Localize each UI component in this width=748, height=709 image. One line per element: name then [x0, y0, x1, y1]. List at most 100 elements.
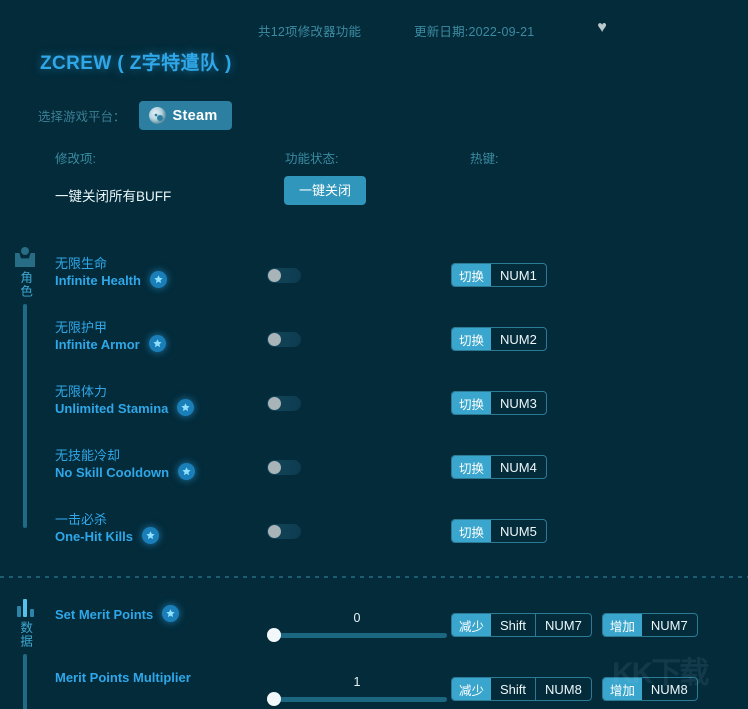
star-icon[interactable]	[178, 463, 196, 480]
hotkey-action-label: 切换	[452, 328, 492, 350]
cheat-row-list: 无限生命 Infinite Health 切换 NUM1 无限护甲 Infinite Ar…	[0, 245, 748, 565]
one-key-disable-label: 一键关闭所有BUFF	[55, 189, 172, 204]
hotkey-action-label: 切换	[452, 392, 492, 414]
platform-label: 选择游戏平台：	[38, 110, 126, 124]
hotkey-action-label: 增加	[602, 614, 642, 636]
slider-knob[interactable]	[267, 692, 281, 706]
hotkey-key: NUM1	[500, 267, 537, 283]
cheat-row: Set Merit Points 0 减少 Shift NUM7 增加 NUM7	[0, 595, 748, 659]
cheat-name-cn: 无限护甲	[55, 320, 108, 335]
update-date-label: 更新日期:2022-09-21	[414, 25, 535, 39]
cheat-name-en: One-Hit Kills	[55, 529, 134, 544]
slider-value-label: 1	[353, 675, 361, 689]
star-icon[interactable]	[162, 605, 180, 622]
top-bar: 共12项修改器功能 更新日期:2022-09-21 ♥	[0, 0, 748, 46]
hotkey-action-label: 切换	[452, 520, 492, 542]
hotkey-action-label: 切换	[452, 264, 492, 286]
platform-steam-label: Steam	[172, 107, 218, 124]
hotkey-key: NUM3	[500, 395, 537, 411]
cheat-row: Merit Points Multiplier 1 减少 Shift NUM8 增加 NUM…	[0, 659, 748, 709]
hotkey-key: NUM8	[650, 681, 688, 697]
hotkey-group[interactable]: 切换 NUM5	[451, 519, 547, 543]
hotkey-action-label: 减少	[452, 614, 492, 636]
star-icon[interactable]	[142, 527, 160, 544]
toggle-knob	[268, 461, 281, 474]
cheat-name: 一击必杀 One-Hit Kills	[55, 511, 160, 546]
cheat-slider[interactable]: 0	[267, 611, 447, 645]
column-header-status: 功能状态:	[285, 152, 339, 166]
hotkey-group-list: 切换 NUM3	[451, 391, 547, 415]
hotkey-group[interactable]: 切换 NUM3	[451, 391, 547, 415]
cheat-toggle[interactable]	[267, 460, 301, 475]
cheat-name: 无限体力 Unlimited Stamina	[55, 383, 195, 418]
toggle-knob	[268, 397, 281, 410]
hotkey-group[interactable]: 增加 NUM8	[601, 677, 698, 701]
column-headers: 修改项: 功能状态: 热键:	[0, 148, 748, 168]
slider-knob[interactable]	[267, 628, 281, 642]
hotkey-key: Shift	[500, 681, 527, 697]
cheat-name-cn: 无技能冷却	[55, 448, 121, 463]
hotkey-group[interactable]: 切换 NUM1	[451, 263, 547, 287]
one-key-disable-row: 一键关闭所有BUFF 一键关闭	[0, 176, 748, 220]
section-character: 角色 无限生命 Infinite Health 切换 NUM1 无限护甲 Infinite …	[0, 245, 748, 565]
cheat-row: 无限护甲 Infinite Armor 切换 NUM2	[0, 309, 748, 373]
hotkey-group-list: 切换 NUM2	[451, 327, 547, 351]
hotkey-key: NUM7	[535, 614, 591, 636]
one-key-disable-button[interactable]: 一键关闭	[284, 176, 367, 205]
star-icon[interactable]	[149, 271, 167, 288]
slider-track[interactable]	[267, 697, 447, 702]
platform-selector: 选择游戏平台： Steam	[38, 101, 232, 130]
column-header-modifier: 修改项:	[55, 152, 96, 166]
toggle-knob	[268, 333, 281, 346]
cheat-name-cn: 无限生命	[55, 256, 108, 271]
cheat-row: 一击必杀 One-Hit Kills 切换 NUM5	[0, 501, 748, 565]
cheat-name-en: Infinite Armor	[55, 337, 140, 352]
hotkey-key: NUM7	[650, 617, 688, 633]
star-icon[interactable]	[148, 335, 166, 352]
hotkey-action-label: 切换	[452, 456, 492, 478]
cheat-name: 无限护甲 Infinite Armor	[55, 319, 166, 354]
hotkey-key: Shift	[500, 617, 527, 633]
hotkey-group[interactable]: 增加 NUM7	[601, 613, 698, 637]
hotkey-group[interactable]: 切换 NUM2	[451, 327, 547, 351]
favorite-heart-icon[interactable]: ♥	[593, 19, 611, 37]
hotkey-group[interactable]: 减少 Shift NUM7	[451, 613, 592, 637]
hotkey-key: NUM5	[500, 523, 537, 539]
hotkey-group[interactable]: 减少 Shift NUM8	[451, 677, 592, 701]
hotkey-group-list: 切换 NUM1	[451, 263, 547, 287]
cheat-name-en: Set Merit Points	[55, 607, 154, 622]
slider-value-label: 0	[353, 611, 361, 625]
cheat-name: Set Merit Points	[55, 605, 180, 624]
cheat-name: Merit Points Multiplier	[55, 669, 191, 686]
hotkey-key: NUM4	[500, 459, 537, 475]
hotkey-key: NUM8	[535, 678, 591, 700]
cheat-name-en: No Skill Cooldown	[55, 465, 170, 480]
toggle-knob	[268, 525, 281, 538]
cheat-toggle[interactable]	[267, 396, 301, 411]
cheat-toggle[interactable]	[267, 524, 301, 539]
column-header-hotkey: 热键:	[470, 152, 499, 166]
star-icon[interactable]	[177, 399, 195, 416]
cheat-name-cn: 一击必杀	[55, 512, 108, 527]
cheat-row: 无限生命 Infinite Health 切换 NUM1	[0, 245, 748, 309]
cheat-slider[interactable]: 1	[267, 675, 447, 709]
cheat-row-list: Set Merit Points 0 减少 Shift NUM7 增加 NUM7 Merit …	[0, 595, 748, 709]
slider-track[interactable]	[267, 633, 447, 638]
platform-steam-button[interactable]: Steam	[138, 101, 232, 130]
cheat-toggle[interactable]	[267, 332, 301, 347]
hotkey-group-list: 减少 Shift NUM8 增加 NUM8	[451, 677, 698, 701]
cheat-toggle[interactable]	[267, 268, 301, 283]
hotkey-action-label: 减少	[452, 678, 492, 700]
cheat-name-en: Merit Points Multiplier	[55, 670, 191, 685]
cheat-name-en: Unlimited Stamina	[55, 401, 169, 416]
cheat-name: 无技能冷却 No Skill Cooldown	[55, 447, 196, 482]
hotkey-group-list: 切换 NUM4	[451, 455, 547, 479]
feature-count-label: 共12项修改器功能	[258, 25, 362, 39]
cheat-name: 无限生命 Infinite Health	[55, 255, 167, 290]
section-divider	[0, 576, 748, 578]
toggle-knob	[268, 269, 281, 282]
section-data: 数据 Set Merit Points 0 减少 Shift NUM7 增加 NUM7 Meri…	[0, 595, 748, 709]
hotkey-group[interactable]: 切换 NUM4	[451, 455, 547, 479]
cheat-row: 无技能冷却 No Skill Cooldown 切换 NUM4	[0, 437, 748, 501]
steam-icon	[148, 107, 166, 124]
